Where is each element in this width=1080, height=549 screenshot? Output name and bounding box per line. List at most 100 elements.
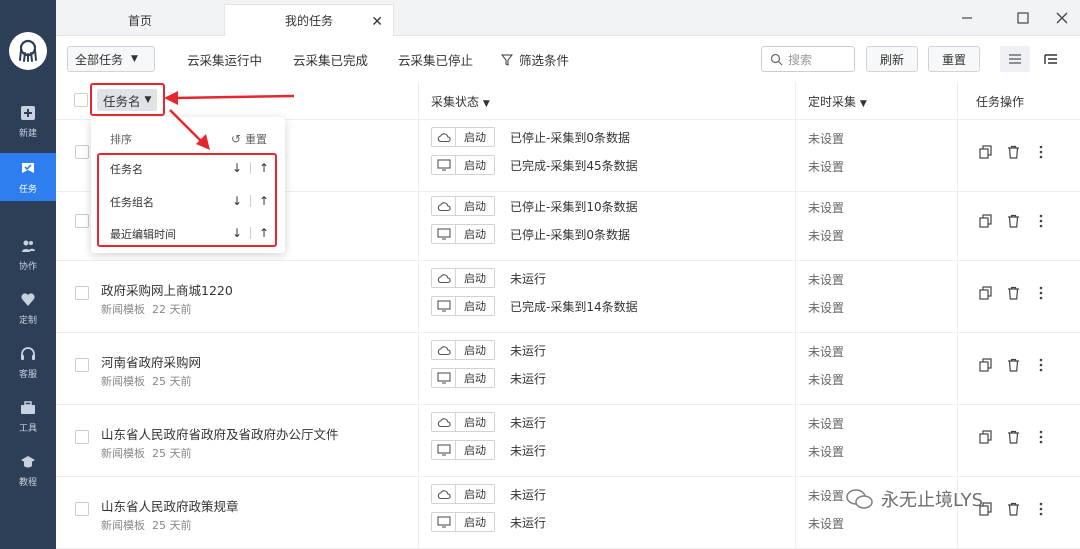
sidebar-item-new[interactable]: 新建 [0,97,56,145]
search-input[interactable]: 搜索 [761,46,855,72]
app-logo[interactable] [9,32,47,70]
trash-icon[interactable] [1006,429,1020,445]
trash-icon[interactable] [1006,144,1020,160]
sidebar-item-tutorial[interactable]: 教程 [0,446,56,494]
tab-bar: 首页 我的任务 ✕ [56,0,1080,36]
trash-icon[interactable] [1006,357,1020,373]
table-row[interactable]: 山东省人民政府省政府及省政府办公厅文件 新闻模板 25 天前 启动 未运行 启动… [56,405,1080,477]
copy-icon[interactable] [978,357,992,373]
ops-column-header: 任务操作 [976,95,1025,109]
cloud-schedule[interactable]: 未设置 [808,130,844,147]
all-tasks-dropdown[interactable]: 全部任务 ▼ [67,46,155,72]
filter-cloud-stopped[interactable]: 云采集已停止 [398,50,473,69]
local-schedule[interactable]: 未设置 [808,158,844,175]
trash-icon[interactable] [1006,213,1020,229]
cloud-start-button[interactable]: 启动 [431,127,495,147]
cloud-start-button[interactable]: 启动 [431,340,495,360]
tab-my-tasks[interactable]: 我的任务 ✕ [224,4,394,36]
cloud-status: 未运行 [510,271,547,286]
cloud-start-button[interactable]: 启动 [431,268,495,288]
cloud-status: 已停止-采集到0条数据 [510,130,630,145]
minimize-icon[interactable] [955,6,979,30]
local-start-button[interactable]: 启动 [431,440,495,460]
task-name[interactable]: 山东省人民政府省政府及省政府办公厅文件 [101,424,339,443]
more-vertical-icon[interactable] [1034,144,1048,160]
cloud-schedule[interactable]: 未设置 [808,415,844,432]
status-column-header[interactable]: 采集状态 ▼ [431,93,490,110]
sidebar-item-tools[interactable]: 工具 [0,392,56,440]
local-start-button[interactable]: 启动 [431,512,495,532]
cloud-schedule[interactable]: 未设置 [808,199,844,216]
task-name[interactable]: 山东省人民政府政策规章 [101,496,239,515]
row-operations [978,285,1062,301]
more-vertical-icon[interactable] [1034,501,1048,517]
row-operations [978,357,1062,373]
cloud-run-line: 启动 未运行 [431,267,546,289]
cloud-schedule[interactable]: 未设置 [808,487,844,504]
cloud-start-button[interactable]: 启动 [431,196,495,216]
start-label: 启动 [464,159,486,172]
cloud-schedule[interactable]: 未设置 [808,343,844,360]
search-icon [770,53,783,65]
task-name[interactable]: 政府采购网上商城1220 [101,280,233,299]
sidebar-item-custom[interactable]: 定制 [0,284,56,332]
table-row[interactable]: 政府采购网上商城1220 新闻模板 22 天前 启动 未运行 启动 已完成-采集… [56,261,1080,333]
local-start-button[interactable]: 启动 [431,155,495,175]
row-checkbox[interactable] [75,145,89,159]
filter-cloud-completed[interactable]: 云采集已完成 [293,50,368,69]
local-schedule[interactable]: 未设置 [808,443,844,460]
row-checkbox[interactable] [75,286,89,300]
more-vertical-icon[interactable] [1034,357,1048,373]
more-vertical-icon[interactable] [1034,213,1048,229]
copy-icon[interactable] [978,429,992,445]
window-close-icon[interactable] [1050,6,1074,30]
local-status: 未运行 [510,443,547,458]
select-all-checkbox[interactable] [74,93,88,107]
task-name[interactable]: 河南省政府采购网 [101,352,201,371]
local-start-button[interactable]: 启动 [431,368,495,388]
list-view-icon[interactable] [1000,46,1030,72]
local-schedule[interactable]: 未设置 [808,371,844,388]
copy-icon[interactable] [978,213,992,229]
schedule-column-header[interactable]: 定时采集 ▼ [808,93,867,110]
local-schedule[interactable]: 未设置 [808,515,844,532]
tree-view-icon[interactable] [1036,46,1066,72]
cloud-schedule[interactable]: 未设置 [808,271,844,288]
copy-icon[interactable] [978,285,992,301]
task-age: 25 天前 [152,519,192,532]
filter-conditions-button[interactable]: 筛选条件 [501,50,569,69]
refresh-button[interactable]: 刷新 [866,46,918,72]
cloud-start-button[interactable]: 启动 [431,484,495,504]
row-checkbox[interactable] [75,214,89,228]
trash-icon[interactable] [1006,501,1020,517]
row-checkbox[interactable] [75,502,89,516]
sidebar-item-support[interactable]: 客服 [0,338,56,386]
sidebar-item-collab[interactable]: 协作 [0,230,56,278]
start-label: 启动 [464,416,486,429]
cloud-start-button[interactable]: 启动 [431,412,495,432]
sidebar-item-tasks[interactable]: 任务 [0,153,56,201]
reset-button[interactable]: 重置 [928,46,980,72]
close-icon[interactable]: ✕ [371,14,383,30]
local-status: 已完成-采集到14条数据 [510,299,638,314]
cloud-run-line: 启动 未运行 [431,411,546,433]
copy-icon[interactable] [978,144,992,160]
local-status: 未运行 [510,515,547,530]
table-row[interactable]: 河南省政府采购网 新闻模板 25 天前 启动 未运行 启动 未运行 未设置 未设… [56,333,1080,405]
local-schedule[interactable]: 未设置 [808,227,844,244]
row-checkbox[interactable] [75,430,89,444]
start-label: 启动 [464,228,486,241]
cloud-run-line: 启动 已停止-采集到0条数据 [431,126,630,148]
local-start-button[interactable]: 启动 [431,224,495,244]
more-vertical-icon[interactable] [1034,429,1048,445]
more-vertical-icon[interactable] [1034,285,1048,301]
trash-icon[interactable] [1006,285,1020,301]
local-start-button[interactable]: 启动 [431,296,495,316]
local-schedule[interactable]: 未设置 [808,299,844,316]
local-run-line: 启动 未运行 [431,511,546,533]
filter-cloud-running[interactable]: 云采集运行中 [187,50,262,69]
monitor-icon [432,156,456,174]
tab-home[interactable]: 首页 [56,4,224,36]
maximize-icon[interactable] [1011,6,1035,30]
row-checkbox[interactable] [75,358,89,372]
